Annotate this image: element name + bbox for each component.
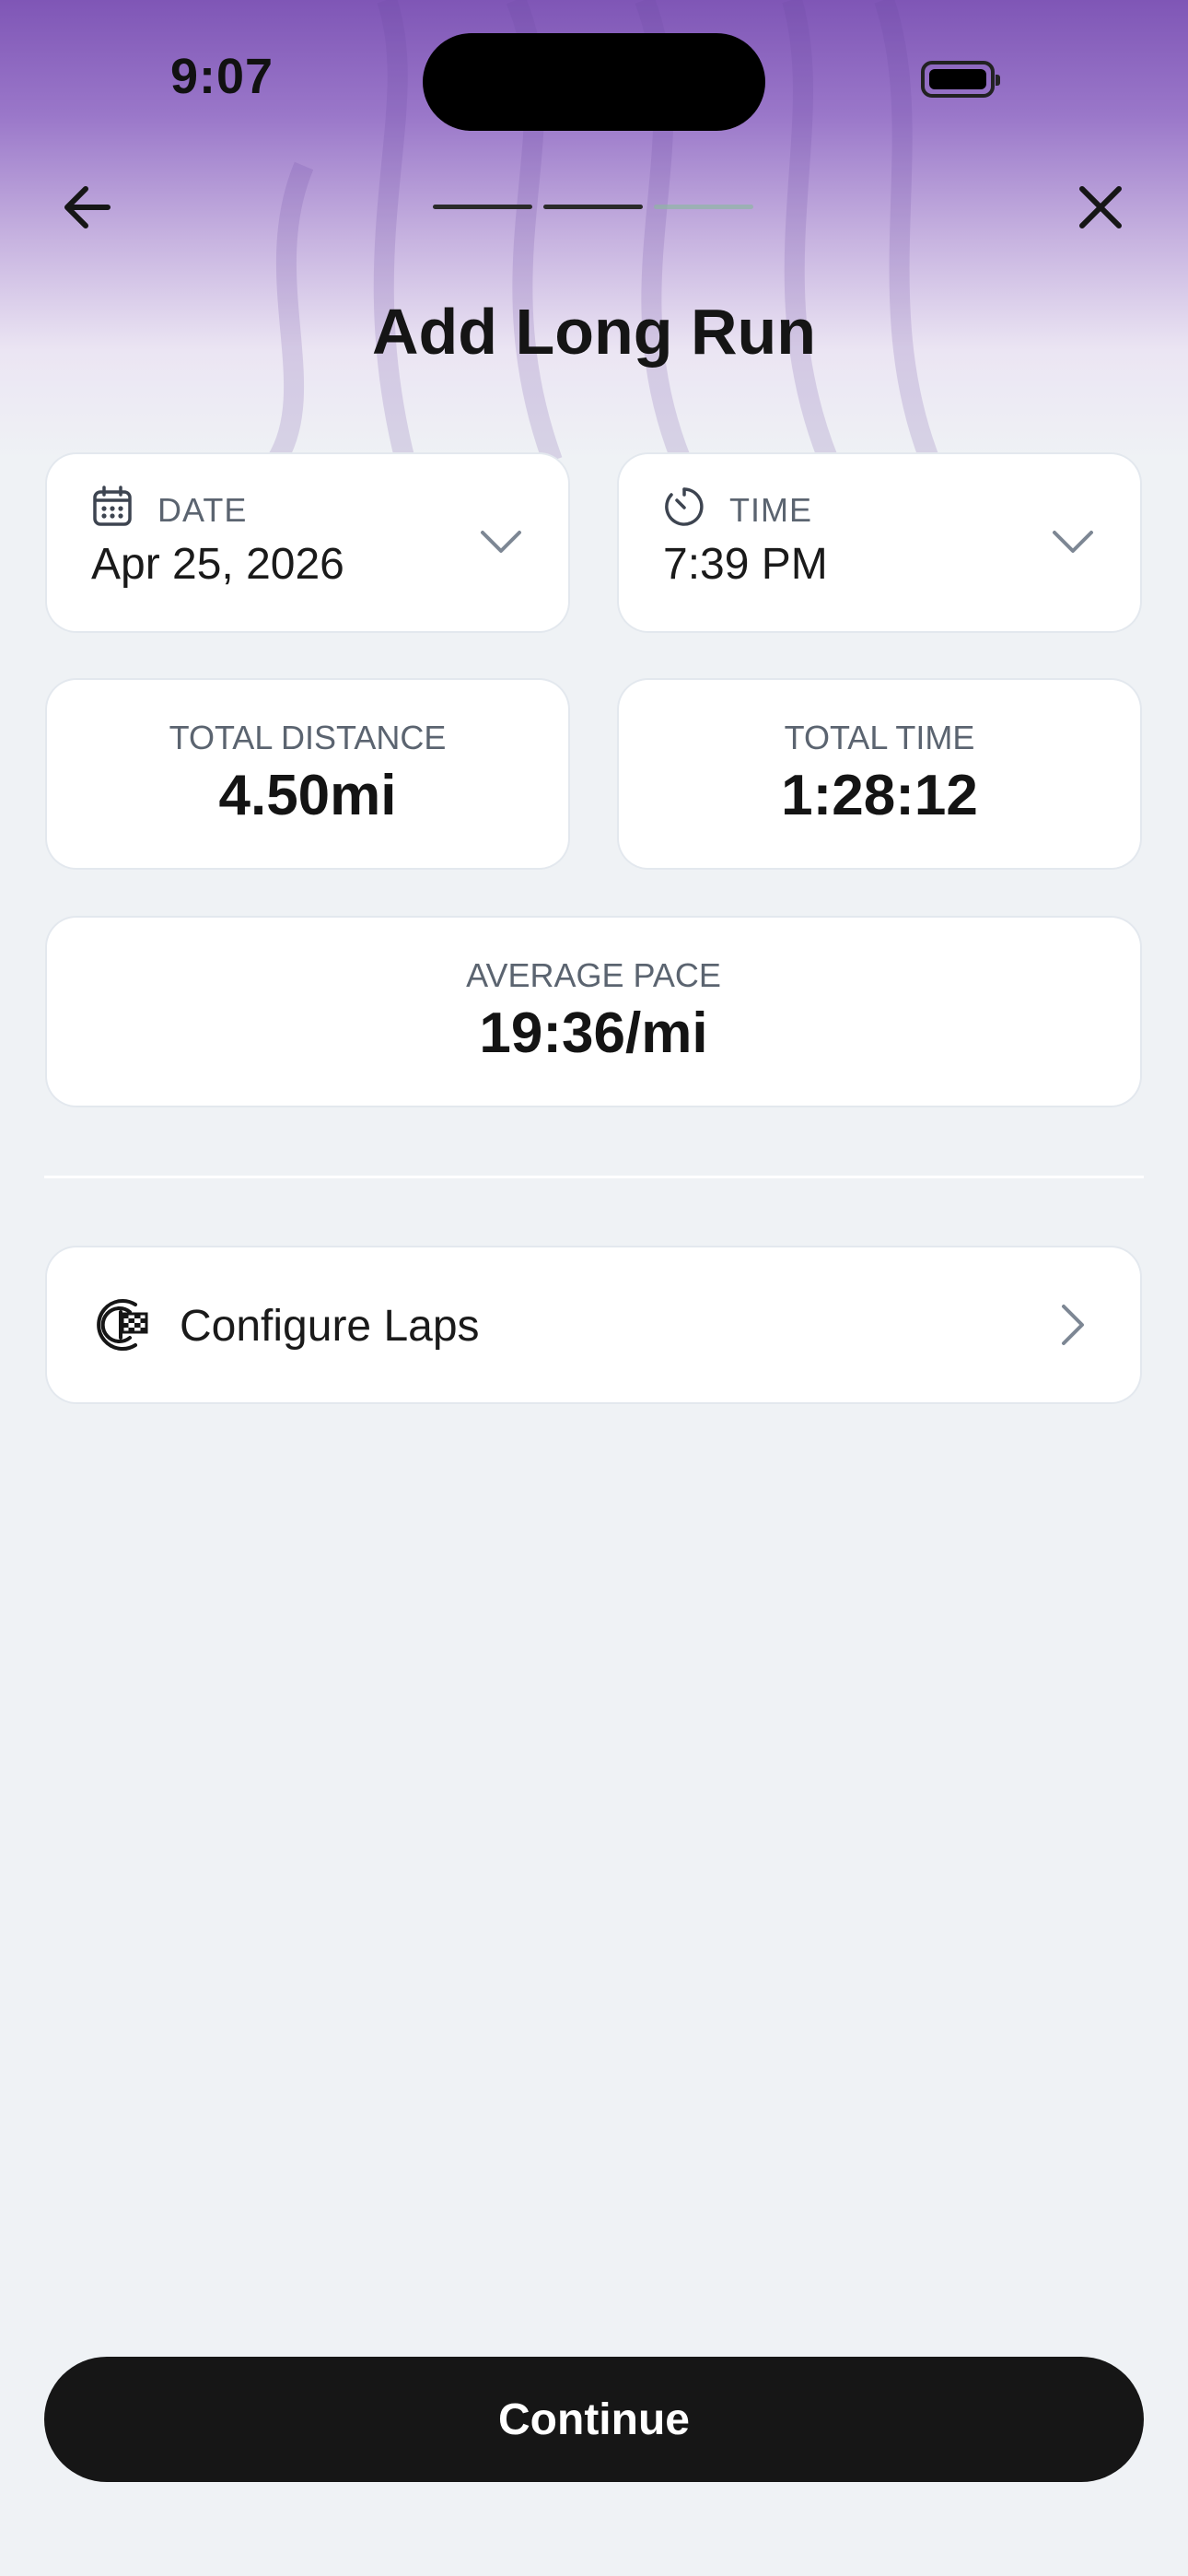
page-title: Add Long Run (371, 296, 817, 368)
configure-laps-label: Configure Laps (180, 1302, 480, 1351)
section-divider (44, 1176, 1144, 1178)
date-picker[interactable]: DATE Apr 25, 2026 (47, 454, 568, 631)
status-bar-time: 9:07 (170, 49, 274, 104)
average-pace-value: 19:36/mi (479, 1001, 708, 1065)
total-time-card[interactable]: TOTAL TIME 1:28:12 (619, 680, 1140, 868)
progress-step-3 (654, 205, 753, 209)
chevron-down-icon (481, 531, 521, 553)
average-pace-label: AVERAGE PACE (466, 956, 721, 994)
close-icon (1079, 186, 1122, 228)
total-distance-value: 4.50mi (218, 764, 397, 827)
total-time-label: TOTAL TIME (784, 719, 975, 756)
total-distance-card[interactable]: TOTAL DISTANCE 4.50mi (47, 680, 568, 868)
total-time-value: 1:28:12 (781, 764, 978, 827)
calendar-icon (93, 486, 132, 526)
time-picker[interactable]: TIME 7:39 PM (619, 454, 1140, 631)
continue-button[interactable]: Continue (44, 2357, 1144, 2482)
time-value: 7:39 PM (663, 540, 828, 589)
close-button[interactable] (1059, 166, 1142, 249)
chevron-down-icon (1053, 531, 1093, 553)
chevron-right-icon (1062, 1305, 1084, 1345)
laps-flag-icon (97, 1299, 148, 1351)
average-pace-card: AVERAGE PACE 19:36/mi (47, 918, 1140, 1106)
total-distance-label: TOTAL DISTANCE (169, 719, 447, 756)
step-progress (433, 205, 753, 209)
configure-laps-row[interactable]: Configure Laps (47, 1247, 1140, 1402)
arrow-left-icon (64, 186, 111, 228)
date-label: DATE (157, 491, 248, 529)
progress-step-2 (543, 205, 643, 209)
back-button[interactable] (46, 166, 129, 249)
time-label: TIME (729, 491, 812, 529)
battery-icon (921, 61, 1000, 98)
date-value: Apr 25, 2026 (91, 540, 344, 589)
clock-icon (665, 487, 704, 526)
progress-step-1 (433, 205, 532, 209)
dynamic-island (423, 33, 765, 131)
